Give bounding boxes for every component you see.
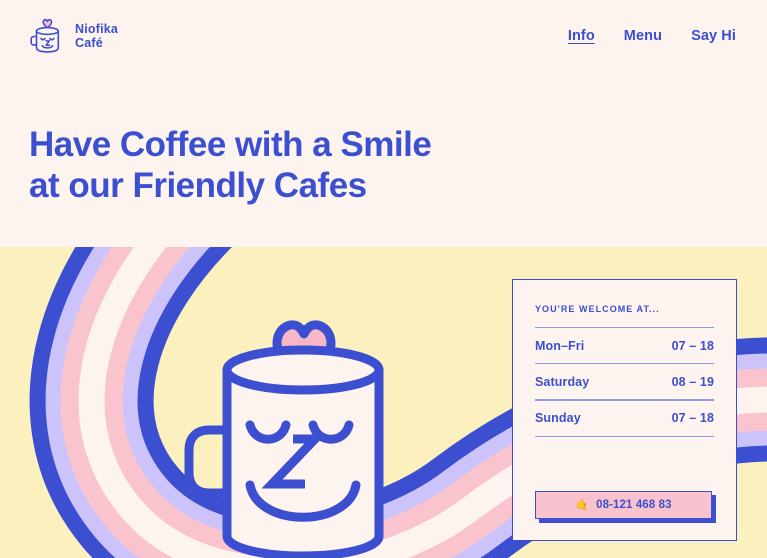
hours-row: Mon–Fri 07 – 18 xyxy=(535,328,714,363)
site-header: Niofika Café Info Menu Say Hi xyxy=(0,0,767,72)
nav-item-info[interactable]: Info xyxy=(568,28,595,44)
brand-logo[interactable]: Niofika Café xyxy=(29,17,118,55)
call-me-hand-icon: 🤙 xyxy=(575,498,590,511)
card-title: YOU'RE WELCOME AT... xyxy=(535,304,660,314)
brand-name-line1: Niofika xyxy=(75,22,119,36)
main-navigation: Info Menu Say Hi xyxy=(568,28,738,44)
mug-rim xyxy=(222,345,384,395)
hours-time-value: 08 – 19 xyxy=(671,374,714,389)
phone-number-label: 08-121 468 83 xyxy=(596,499,672,511)
nav-item-menu[interactable]: Menu xyxy=(624,28,662,44)
hours-row: Sunday 07 – 18 xyxy=(535,401,714,436)
brand-name: Niofika Café xyxy=(75,22,118,50)
divider xyxy=(535,435,714,437)
hours-row: Saturday 08 – 19 xyxy=(535,364,714,399)
nav-item-say-hi[interactable]: Say Hi xyxy=(691,28,736,44)
coffee-mug-heart-icon xyxy=(30,18,60,53)
hours-time-value: 07 – 18 xyxy=(671,338,714,353)
hours-day-label: Mon–Fri xyxy=(535,338,585,353)
page-title: Have Coffee with a Smile at our Friendly… xyxy=(29,125,432,206)
hours-time-value: 07 – 18 xyxy=(671,411,714,426)
hours-day-label: Saturday xyxy=(535,374,590,389)
mug-handle xyxy=(184,425,226,498)
hours-day-label: Sunday xyxy=(535,411,581,426)
mug-body xyxy=(222,365,384,558)
landing-page: Niofika Café Info Menu Say Hi Have Coffe… xyxy=(0,0,767,558)
hero-section: Have Coffee with a Smile at our Friendly… xyxy=(0,72,767,247)
brand-name-line2: Café xyxy=(75,36,103,50)
phone-button-wrap: 🤙 08-121 468 83 xyxy=(535,491,716,523)
opening-hours-card: YOU'RE WELCOME AT... Mon–Fri 07 – 18 Sat… xyxy=(512,279,737,541)
phone-call-button[interactable]: 🤙 08-121 468 83 xyxy=(535,491,712,519)
